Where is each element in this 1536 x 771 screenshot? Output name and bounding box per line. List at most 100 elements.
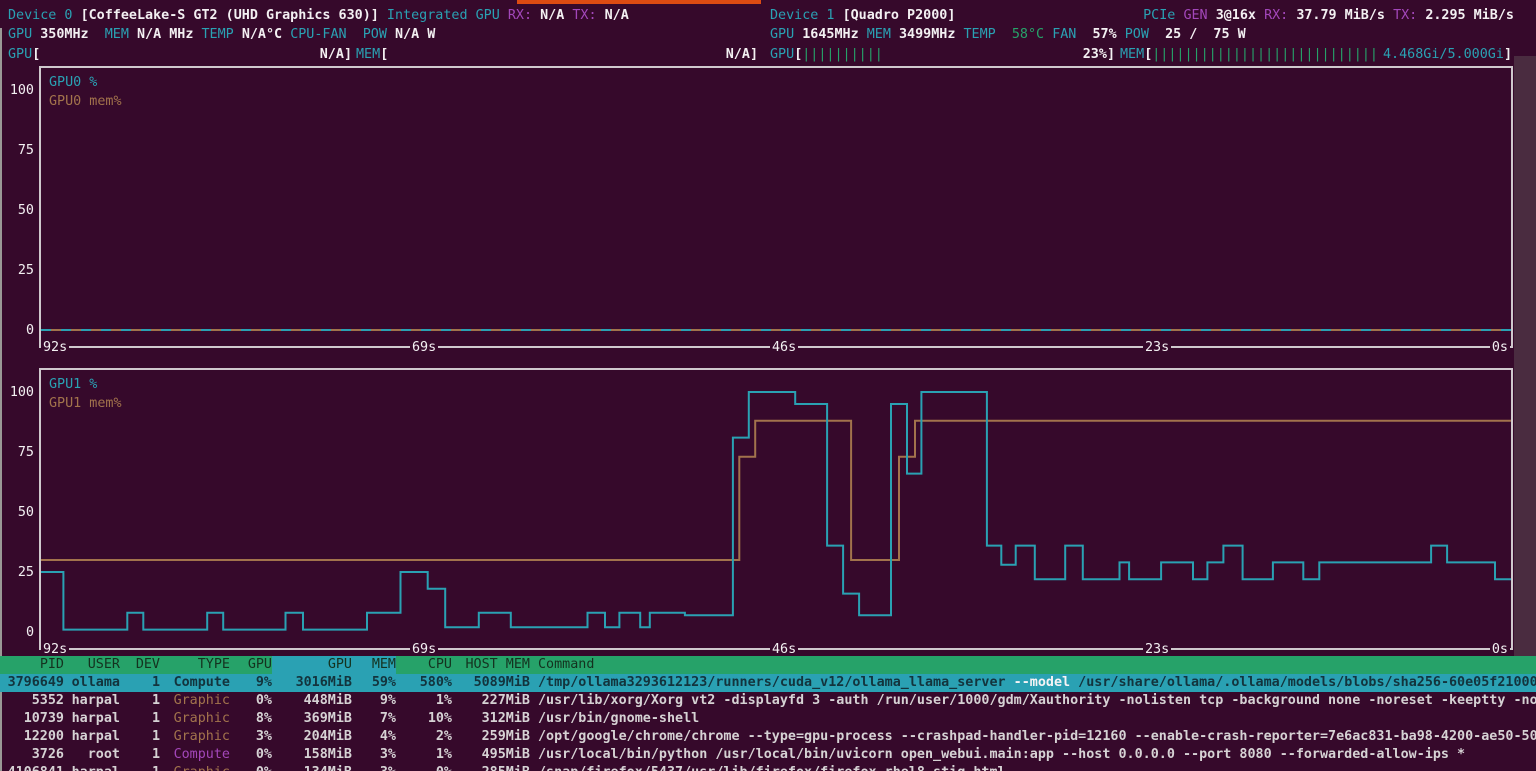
stat-text: GPU xyxy=(770,27,802,42)
device1-title: Device 1 [Quadro P2000] xyxy=(770,6,955,25)
y-axis-tick: 0 xyxy=(0,624,34,641)
cell-hostmem: 5089MiB xyxy=(452,674,530,692)
cell-cpu: 0% xyxy=(396,764,452,771)
cell-gpu: 0% xyxy=(230,692,272,710)
cell-user: ollama xyxy=(64,674,120,692)
y-axis-tick: 50 xyxy=(0,504,34,521)
stat-text: N/A xyxy=(605,8,629,23)
device0-title: Device 0 [CoffeeLake-S GT2 (UHD Graphics… xyxy=(8,6,629,25)
gpu0-memory-bar: MEM[N/A] xyxy=(356,45,758,64)
y-axis-tick: 75 xyxy=(0,142,34,159)
stat-text: N/A°C xyxy=(242,27,290,42)
gpu1-history-chart: 1007550250GPU1 %GPU1 mem%92s69s46s23s0s xyxy=(0,368,1513,660)
bar-pipes: |||||||||||||||||||||||||||| xyxy=(1152,45,1378,64)
column-header-type[interactable]: TYPE xyxy=(160,656,230,674)
cell-user: harpal xyxy=(64,710,120,728)
stat-text: MEM xyxy=(867,27,899,42)
stat-text: MEM xyxy=(105,27,137,42)
cell-type: Graphic xyxy=(160,764,230,771)
cell-gpu: 0% xyxy=(230,746,272,764)
device0-clock-stats: GPU 350MHz MEM N/A MHz TEMP N/A°C CPU-FA… xyxy=(8,25,435,44)
y-axis-tick: 100 xyxy=(0,384,34,401)
bar-label: MEM xyxy=(1120,45,1144,64)
cell-gpumem: 134MiB xyxy=(272,764,352,771)
column-header-gpumem[interactable]: GPU xyxy=(272,656,352,674)
bracket-close: ] xyxy=(750,45,758,64)
bracket-open: [ xyxy=(32,45,40,64)
nvtop-terminal: { "colors": { "background": "#36092B", "… xyxy=(0,0,1536,771)
stat-text: N/A xyxy=(540,8,572,23)
cell-pid: 10739 xyxy=(0,710,64,728)
x-axis-tick: 46s xyxy=(770,340,798,356)
bar-pipes: |||||||||| xyxy=(802,45,883,64)
y-axis-tick: 50 xyxy=(0,202,34,219)
process-row[interactable]: 12200harpal1Graphic3%204MiB4%2%259MiB/op… xyxy=(0,728,1536,746)
stat-text: [CoffeeLake-S GT2 (UHD Graphics 630)] xyxy=(81,8,387,23)
cell-type: Compute xyxy=(160,746,230,764)
column-header-hostmem[interactable]: HOST MEM xyxy=(452,656,530,674)
cell-cpu: 1% xyxy=(396,746,452,764)
bracket-close: ] xyxy=(1107,45,1115,64)
series-line xyxy=(41,392,1511,630)
stat-text: TX: xyxy=(572,8,604,23)
stat-text: 37.79 MiB/s xyxy=(1296,8,1393,23)
cell-pid: 5352 xyxy=(0,692,64,710)
terminal-scrollbar[interactable] xyxy=(1514,56,1536,656)
column-header-user[interactable]: USER xyxy=(64,656,120,674)
stat-text: TEMP xyxy=(202,27,242,42)
bar-fill: ||||||||||23% xyxy=(802,45,1107,64)
stat-text: POW xyxy=(1125,27,1165,42)
column-header-mempct[interactable]: MEM xyxy=(352,656,396,674)
command-text: /snap/firefox/5437/usr/lib/firefox/firef… xyxy=(538,765,1006,771)
stat-text: GPU xyxy=(8,27,40,42)
cell-mempct: 59% xyxy=(352,674,396,692)
stat-text: Device 0 xyxy=(8,8,81,23)
cell-cmd: /usr/local/bin/python /usr/local/bin/uvi… xyxy=(530,746,1536,764)
chart-canvas xyxy=(41,370,1511,648)
cell-user: root xyxy=(64,746,120,764)
cell-dev: 1 xyxy=(120,764,160,771)
column-header-cmd[interactable]: Command xyxy=(530,656,1536,674)
y-axis-tick: 25 xyxy=(0,262,34,279)
cell-hostmem: 227MiB xyxy=(452,692,530,710)
command-text: /opt/google/chrome/chrome --type=gpu-pro… xyxy=(538,729,1536,744)
column-header-gpu[interactable]: GPU xyxy=(230,656,272,674)
y-axis-tick: 100 xyxy=(0,82,34,99)
cell-gpu: 9% xyxy=(230,674,272,692)
x-axis-tick: 0s xyxy=(1490,340,1510,356)
process-row[interactable]: 3726root1Compute0%158MiB3%1%495MiB/usr/l… xyxy=(0,746,1536,764)
bar-label: GPU xyxy=(8,45,32,64)
x-axis-tick: 23s xyxy=(1143,340,1171,356)
cell-mempct: 9% xyxy=(352,692,396,710)
stat-text: 57% xyxy=(1093,27,1125,42)
column-header-dev[interactable]: DEV xyxy=(120,656,160,674)
x-axis-tick: 69s xyxy=(410,340,438,356)
bar-value: N/A xyxy=(726,45,750,64)
stat-text: 3@16x xyxy=(1216,8,1264,23)
process-row[interactable]: 3796649ollama1Compute9%3016MiB59%580%508… xyxy=(0,674,1536,692)
bar-value: N/A xyxy=(320,45,344,64)
gpu0-utilization-bar: GPU[N/A] xyxy=(8,45,352,64)
cell-gpu: 0% xyxy=(230,764,272,771)
cell-gpumem: 3016MiB xyxy=(272,674,352,692)
column-header-pid[interactable]: PID xyxy=(0,656,64,674)
process-row[interactable]: 5352harpal1Graphic0%448MiB9%1%227MiB/usr… xyxy=(0,692,1536,710)
process-row[interactable]: 4106841harpal1Graphic0%134MiB3%0%285MiB/… xyxy=(0,764,1536,771)
process-row[interactable]: 10739harpal1Graphic8%369MiB7%10%312MiB/u… xyxy=(0,710,1536,728)
command-flag: --model xyxy=(1014,675,1070,690)
column-header-cpu[interactable]: CPU xyxy=(396,656,452,674)
cell-cpu: 580% xyxy=(396,674,452,692)
cell-dev: 1 xyxy=(120,746,160,764)
stat-text: 2.295 MiB/s xyxy=(1425,8,1514,23)
cell-hostmem: 259MiB xyxy=(452,728,530,746)
command-text: /usr/lib/xorg/Xorg vt2 -displayfd 3 -aut… xyxy=(538,693,1536,708)
stat-text: 350MHz xyxy=(40,27,105,42)
y-axis-tick: 25 xyxy=(0,564,34,581)
cell-user: harpal xyxy=(64,728,120,746)
utilization-bars-row: GPU[N/A]MEM[N/A]GPU[||||||||||23%]MEM[||… xyxy=(0,45,1536,64)
cell-pid: 3726 xyxy=(0,746,64,764)
plot-area: GPU0 %GPU0 mem% xyxy=(39,66,1513,348)
stat-text: Integrated GPU xyxy=(387,8,508,23)
cell-cmd: /opt/google/chrome/chrome --type=gpu-pro… xyxy=(530,728,1536,746)
cell-pid: 12200 xyxy=(0,728,64,746)
